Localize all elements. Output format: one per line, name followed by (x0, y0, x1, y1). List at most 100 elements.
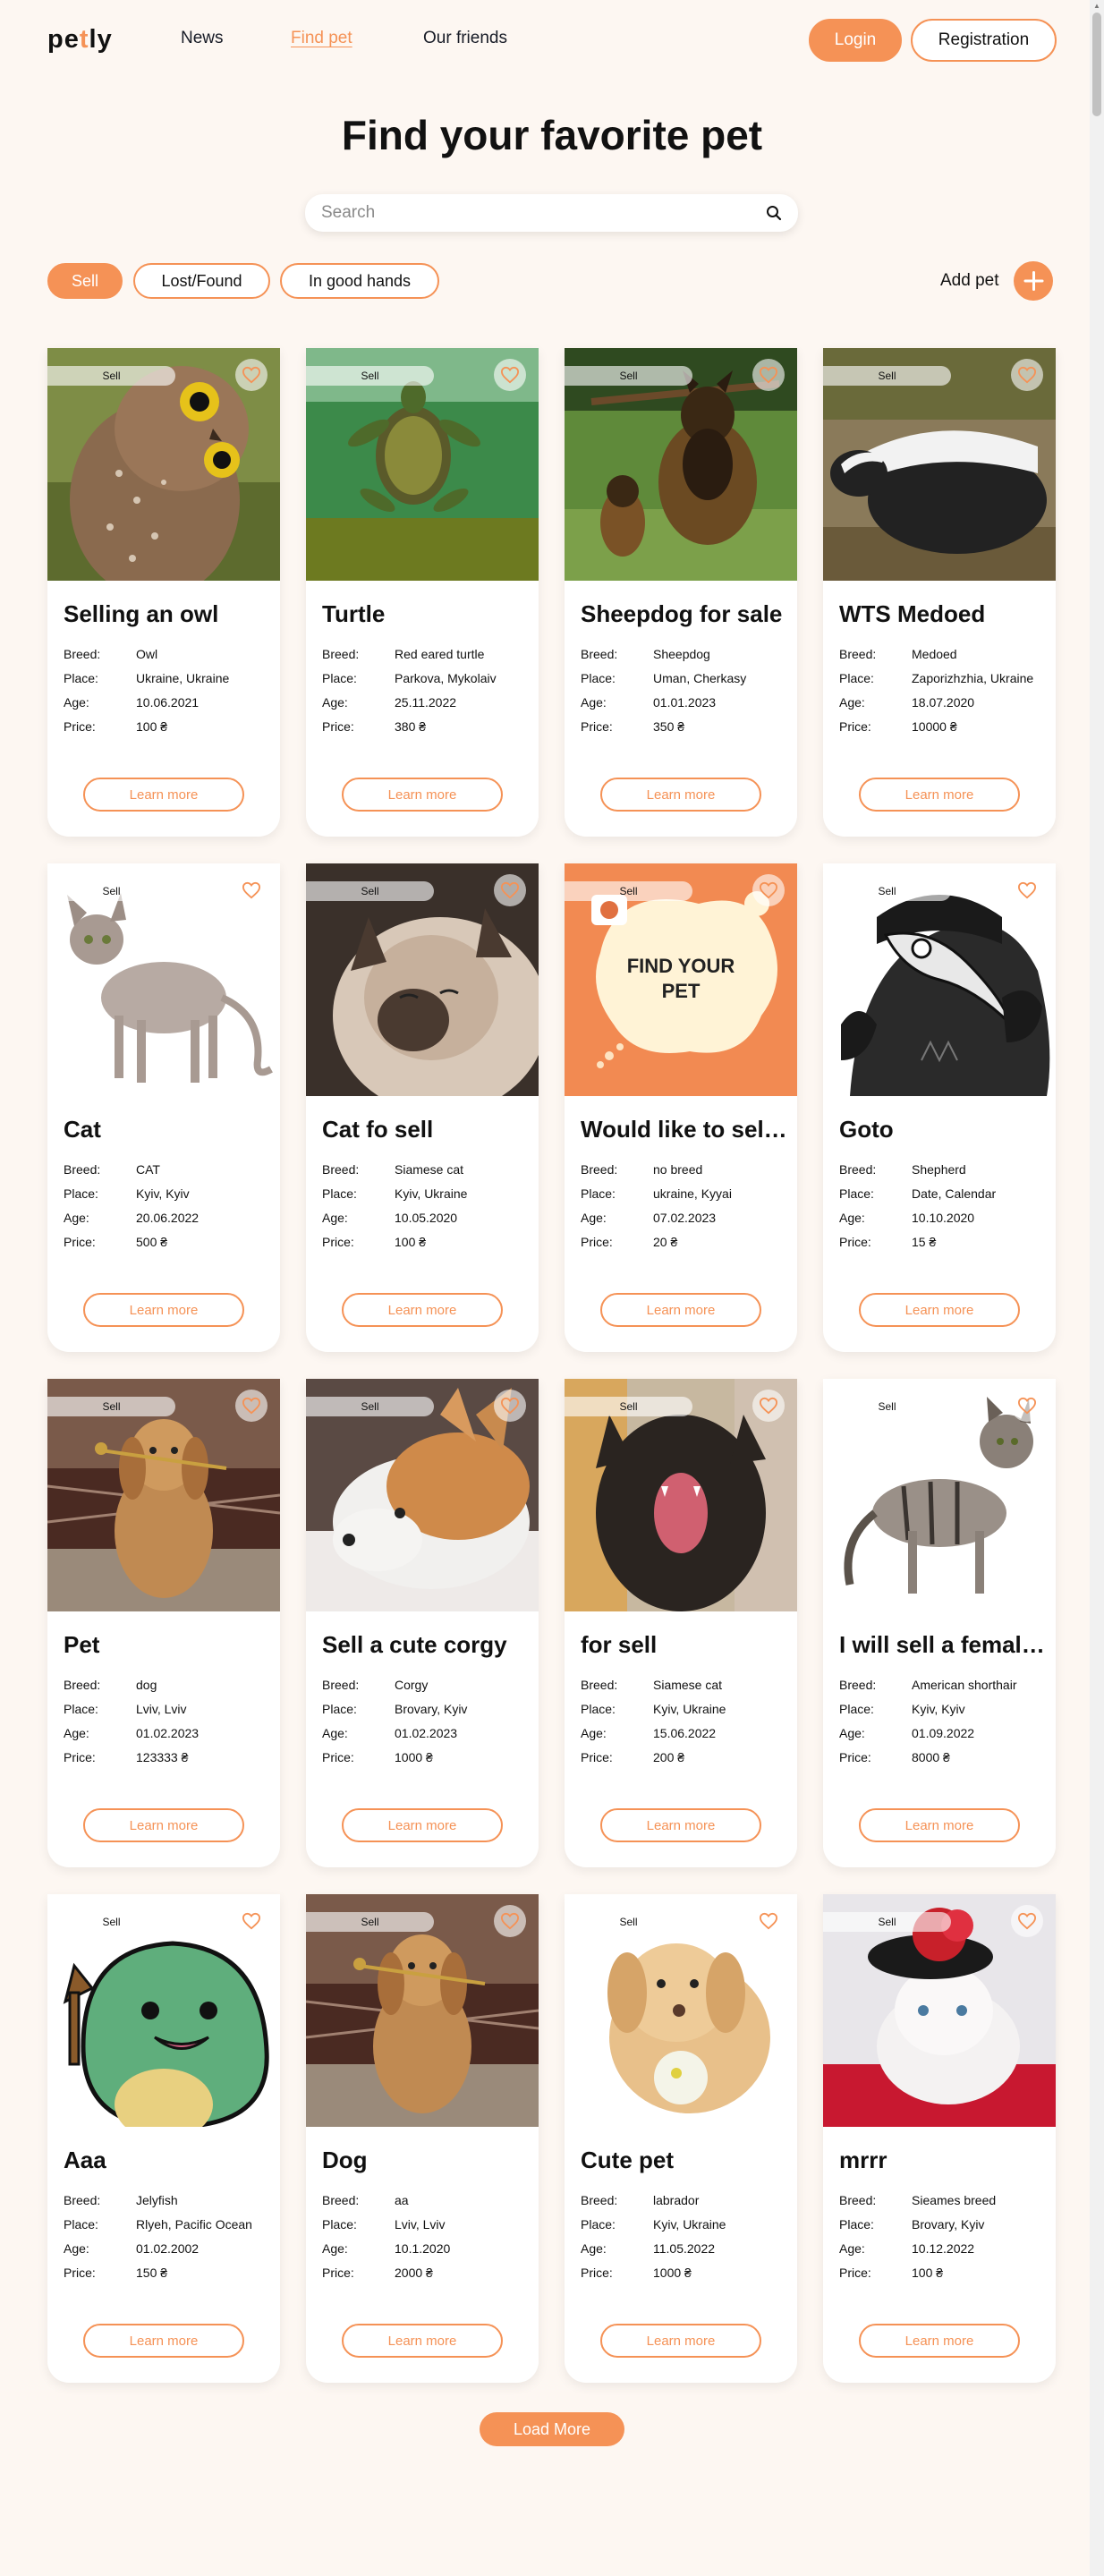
learn-more-button[interactable]: Learn more (600, 2324, 761, 2358)
place-value: Date, Calendar (912, 1186, 997, 1201)
place-row: Place: Lviv, Lviv (322, 2217, 537, 2241)
price-row: Price: 1000 ₴ (322, 1750, 537, 1774)
pet-card-title: Sell a cute corgy (322, 1631, 507, 1658)
favorite-button[interactable] (752, 874, 785, 906)
learn-more-button[interactable]: Learn more (83, 1808, 244, 1842)
category-badge: Sell (565, 1397, 692, 1416)
place-label: Place: (581, 671, 616, 685)
favorite-button[interactable] (752, 1390, 785, 1422)
scrollbar[interactable]: ▲ (1090, 0, 1104, 2576)
price-value: 10000 ₴ (912, 719, 957, 734)
favorite-button[interactable] (235, 359, 268, 391)
pet-card: Sell Sell a cute corgy Breed: Corgy Place: Br… (306, 1379, 539, 1867)
favorite-button[interactable] (1011, 1390, 1043, 1422)
filter-sell[interactable]: Sell (47, 263, 123, 299)
price-label: Price: (581, 1750, 613, 1764)
favorite-button[interactable] (494, 1905, 526, 1937)
favorite-button[interactable] (235, 874, 268, 906)
price-row: Price: 2000 ₴ (322, 2266, 537, 2290)
breed-label: Breed: (839, 1678, 877, 1692)
add-pet-button[interactable] (1014, 261, 1053, 301)
pet-card: Sell WTS Medoed Breed: Medoed Place: Zaporizh… (823, 348, 1056, 837)
breed-value: Medoed (912, 647, 957, 661)
filter-lost-found[interactable]: Lost/Found (133, 263, 270, 299)
age-row: Age: 25.11.2022 (322, 695, 537, 719)
age-row: Age: 20.06.2022 (64, 1211, 278, 1235)
logo[interactable]: petly (47, 25, 113, 55)
pet-card: Sell Sheepdog for sale Breed: Sheepdog Place… (565, 348, 797, 837)
favorite-button[interactable] (494, 874, 526, 906)
pet-card: Sell for sell Breed: Siamese cat Place: Kyiv,… (565, 1379, 797, 1867)
age-label: Age: (839, 2241, 865, 2256)
learn-more-button[interactable]: Learn more (600, 778, 761, 812)
pet-card-title: Goto (839, 1116, 894, 1143)
breed-value: aa (395, 2193, 409, 2207)
favorite-button[interactable] (235, 1905, 268, 1937)
learn-more-button[interactable]: Learn more (342, 2324, 503, 2358)
price-label: Price: (581, 1235, 613, 1249)
breed-value: Sieames breed (912, 2193, 997, 2207)
category-badge: Sell (306, 1397, 434, 1416)
pet-info: Breed: Red eared turtle Place: Parkova, Myk… (322, 647, 537, 744)
category-badge: Sell (565, 1912, 692, 1932)
favorite-button[interactable] (752, 1905, 785, 1937)
breed-label: Breed: (64, 1162, 101, 1177)
age-row: Age: 18.07.2020 (839, 695, 1054, 719)
login-button[interactable]: Login (809, 19, 902, 62)
pet-card: Sell Pet Breed: dog Place: Lviv, Lviv Age: 01.0… (47, 1379, 280, 1867)
breed-label: Breed: (581, 1678, 618, 1692)
learn-more-button[interactable]: Learn more (342, 778, 503, 812)
pet-info: Breed: no breed Place: ukraine, Kyyai Age: 07… (581, 1162, 795, 1259)
breed-row: Breed: Siamese cat (581, 1678, 795, 1702)
price-row: Price: 500 ₴ (64, 1235, 278, 1259)
pet-card: Sell Cat Breed: CAT Place: Kyiv, Kyiv Age: 20.0… (47, 863, 280, 1352)
learn-more-button[interactable]: Learn more (859, 2324, 1020, 2358)
pet-info: Breed: dog Place: Lviv, Lviv Age: 01.02.2023 P… (64, 1678, 278, 1774)
price-row: Price: 8000 ₴ (839, 1750, 1054, 1774)
place-value: Uman, Cherkasy (653, 671, 747, 685)
load-more-button[interactable]: Load More (480, 2412, 624, 2446)
scroll-thumb[interactable] (1092, 13, 1101, 116)
learn-more-button[interactable]: Learn more (859, 1808, 1020, 1842)
breed-label: Breed: (64, 2193, 101, 2207)
place-label: Place: (64, 2217, 98, 2232)
place-row: Place: Kyiv, Kyiv (64, 1186, 278, 1211)
learn-more-button[interactable]: Learn more (859, 1293, 1020, 1327)
price-value: 1000 ₴ (653, 2266, 692, 2280)
breed-label: Breed: (839, 647, 877, 661)
search-icon[interactable] (766, 205, 782, 221)
nav-news[interactable]: News (181, 29, 224, 48)
learn-more-button[interactable]: Learn more (342, 1293, 503, 1327)
price-value: 8000 ₴ (912, 1750, 950, 1764)
learn-more-button[interactable]: Learn more (83, 2324, 244, 2358)
favorite-button[interactable] (235, 1390, 268, 1422)
price-value: 2000 ₴ (395, 2266, 433, 2280)
search-input[interactable] (321, 194, 751, 232)
learn-more-button[interactable]: Learn more (342, 1808, 503, 1842)
favorite-button[interactable] (752, 359, 785, 391)
nav-our-friends[interactable]: Our friends (423, 29, 507, 48)
nav-find-pet[interactable]: Find pet (291, 29, 352, 48)
place-value: Kyiv, Kyiv (136, 1186, 190, 1201)
favorite-button[interactable] (494, 359, 526, 391)
favorite-button[interactable] (494, 1390, 526, 1422)
price-value: 500 ₴ (136, 1235, 168, 1249)
place-row: Place: Brovary, Kyiv (839, 2217, 1054, 2241)
learn-more-button[interactable]: Learn more (83, 778, 244, 812)
favorite-button[interactable] (1011, 1905, 1043, 1937)
category-badge: Sell (823, 1912, 951, 1932)
price-label: Price: (839, 719, 871, 734)
age-value: 01.02.2023 (136, 1726, 200, 1740)
favorite-button[interactable] (1011, 874, 1043, 906)
learn-more-button[interactable]: Learn more (83, 1293, 244, 1327)
price-label: Price: (581, 719, 613, 734)
learn-more-button[interactable]: Learn more (600, 1293, 761, 1327)
scroll-up-arrow-icon[interactable]: ▲ (1093, 2, 1100, 10)
place-value: Brovary, Kyiv (912, 2217, 985, 2232)
learn-more-button[interactable]: Learn more (600, 1808, 761, 1842)
filter-in-good-hands[interactable]: In good hands (280, 263, 439, 299)
place-label: Place: (839, 1702, 874, 1716)
learn-more-button[interactable]: Learn more (859, 778, 1020, 812)
registration-button[interactable]: Registration (911, 19, 1057, 62)
favorite-button[interactable] (1011, 359, 1043, 391)
